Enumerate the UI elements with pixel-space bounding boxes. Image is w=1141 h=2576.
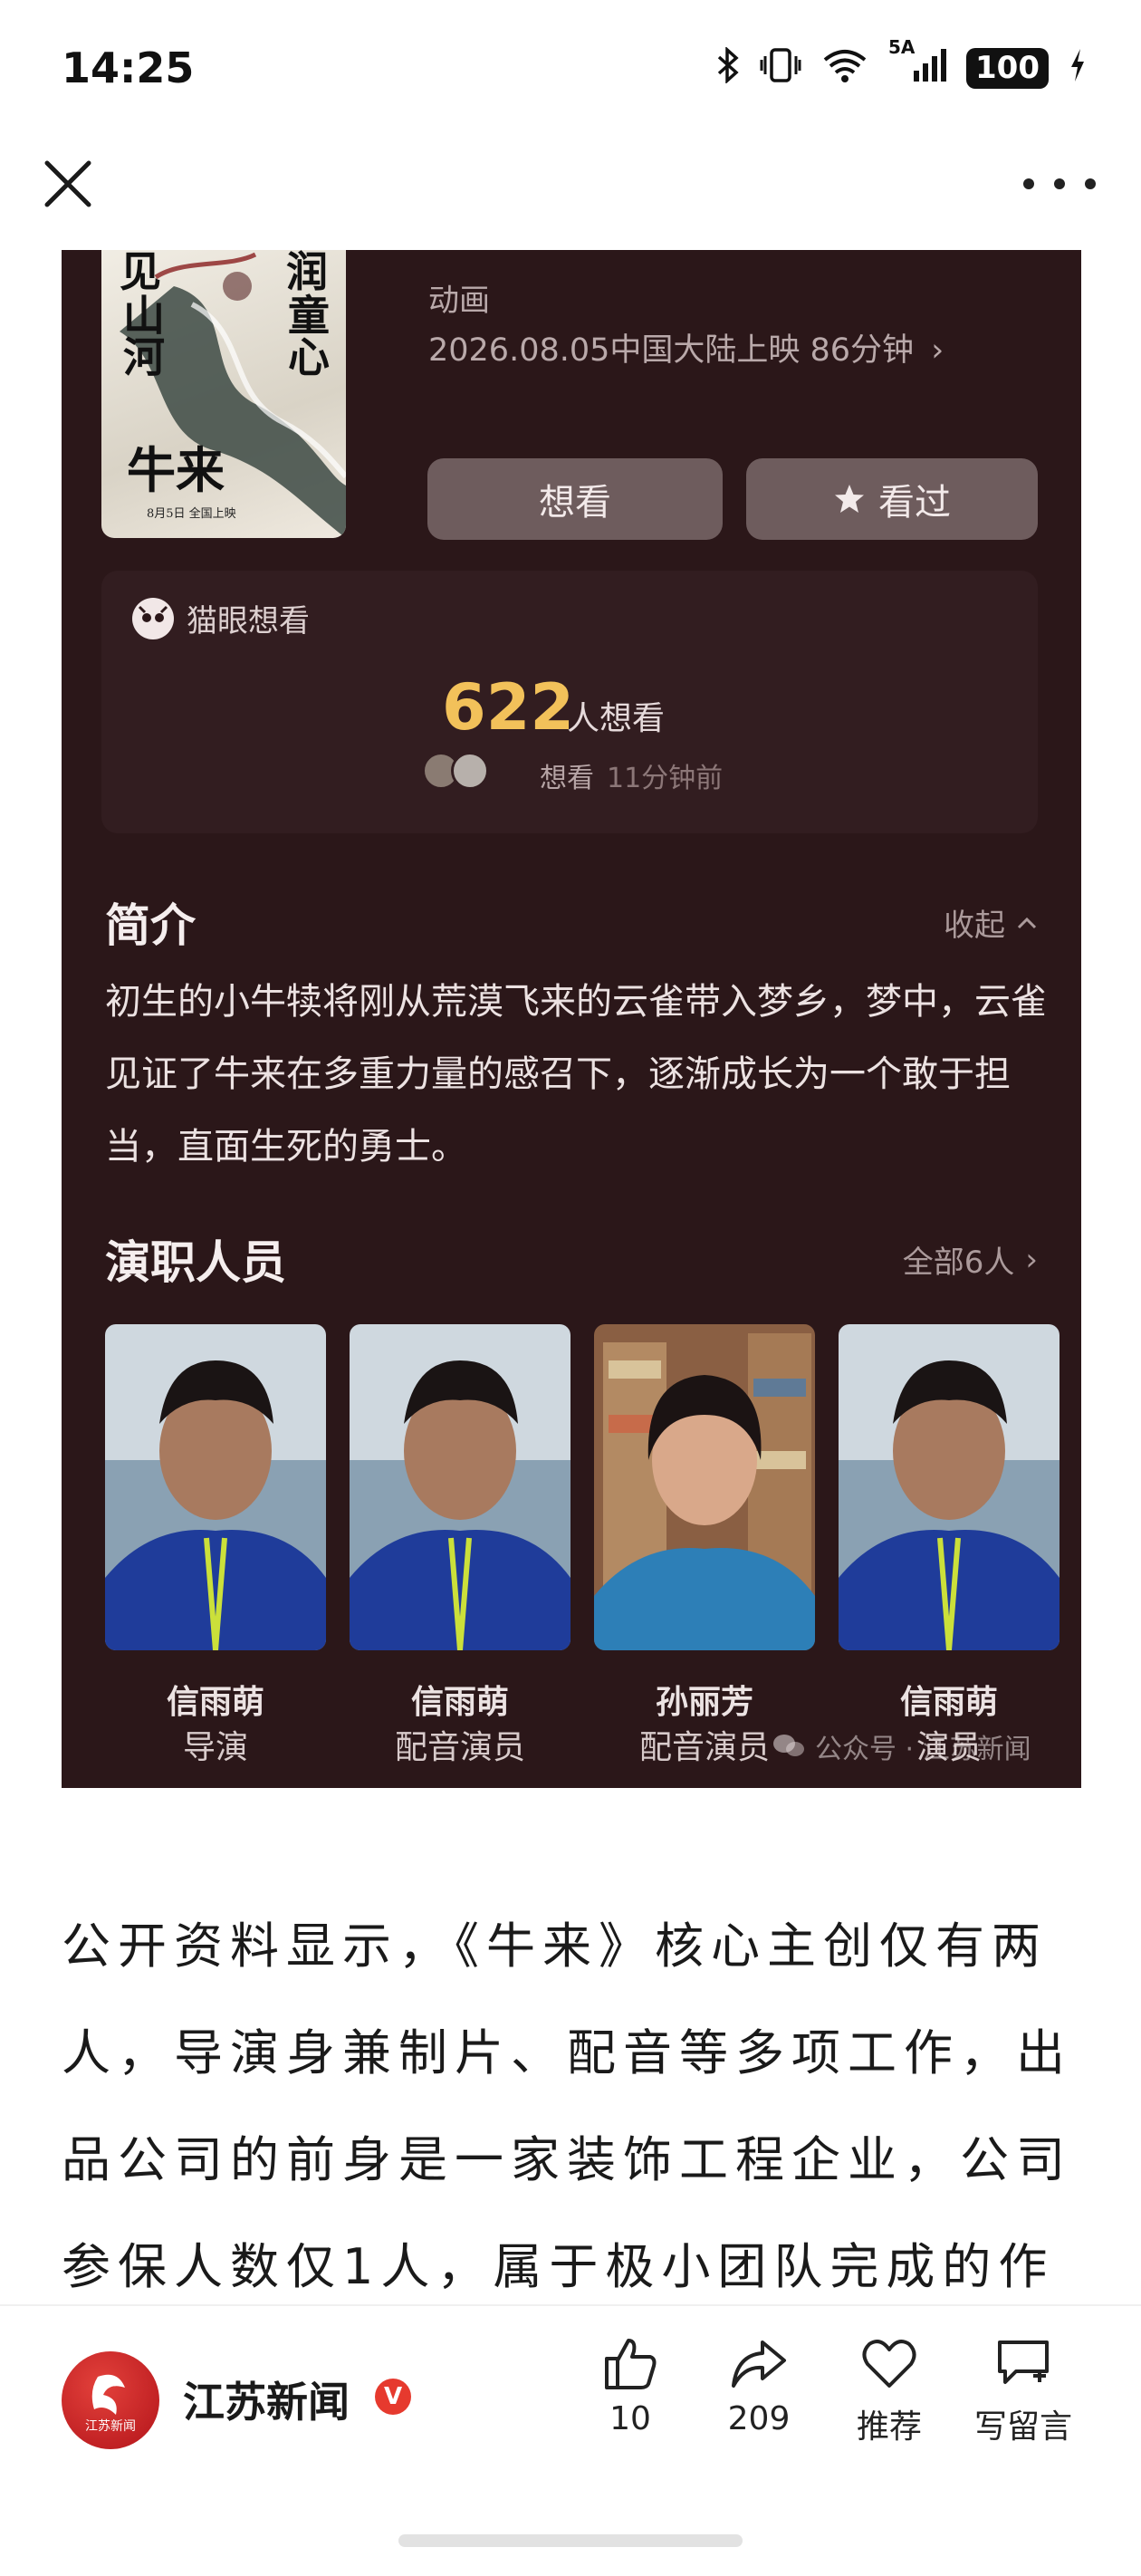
movie-genre: 动画 [428,283,490,319]
comment-label: 写留言 [973,2408,1072,2446]
release-text: 2026.08.05中国大陆上映 86分钟 [428,332,915,369]
share-icon [732,2341,786,2388]
cast-photo [105,1324,326,1650]
vibrate-icon [760,47,801,90]
poster-text: 见 [120,250,161,296]
recent-action: 想看 [540,763,594,794]
share-button[interactable]: 209 [695,2335,822,2437]
collapse-label: 收起 [944,908,1005,944]
comment-icon [998,2341,1049,2384]
thumbs-up-icon [605,2339,657,2389]
chevron-right-icon: › [1025,1241,1038,1278]
avatar [451,752,489,790]
watermark-text: 公众号 · 江苏新闻 [815,1734,1031,1765]
status-time: 14:25 [62,43,195,92]
cast-role: 导演 [182,1729,248,1766]
want-count: 622 [442,670,575,745]
cast-name: 信雨萌 [166,1684,264,1721]
bottom-bar: 江苏新闻 江苏新闻 V 10 209 推荐 写留言 [0,2304,1141,2576]
movie-screenshot-card: 见 山河 润 童心 牛来 8月5日 全国上映 动画 2026.08.05中国大陆… [62,250,1081,1788]
cast-name: 信雨萌 [410,1684,509,1721]
chevron-right-icon: › [931,332,944,369]
intro-title: 简介 [105,899,196,952]
poster-text: 山河 [117,293,166,377]
more-icon [1023,178,1034,189]
close-button[interactable] [36,152,100,216]
movie-poster: 见 山河 润 童心 牛来 8月5日 全国上映 [101,250,346,538]
signal-icon: 5A [888,38,947,90]
intro-collapse-button[interactable]: 收起 [944,900,1038,945]
like-count: 10 [609,2400,651,2437]
cast-name: 孙丽芳 [655,1684,753,1721]
brand-logo[interactable]: 江苏新闻 [62,2351,159,2449]
cast-all-link[interactable]: 全部6人 › [903,1237,1038,1282]
cast-all-label: 全部6人 [902,1245,1015,1281]
charging-icon [1069,47,1087,90]
cast-photo [594,1324,815,1650]
cast-member[interactable]: 孙丽芳 配音演员 [594,1324,815,1766]
verified-badge: V [375,2379,411,2415]
watermark: 公众号 · 江苏新闻 [772,1726,1031,1766]
poster-text: 童心 [282,293,331,377]
recent-avatars [422,752,489,790]
star-icon [835,485,864,513]
cast-member[interactable]: 信雨萌 配音演员 [350,1324,570,1766]
want-button-label: 想看 [539,482,611,524]
cast-title: 演职人员 [105,1236,286,1289]
cast-member[interactable]: 信雨萌 演员 [839,1324,1060,1766]
cast-name: 信雨萌 [899,1684,998,1721]
poster-text: 润 [286,250,328,296]
share-count: 209 [727,2400,791,2437]
recent-time: 11分钟前 [607,763,724,794]
battery-level: 100 [966,47,1049,90]
status-bar: 14:25 5A 100 [0,0,1141,136]
home-indicator[interactable] [398,2534,743,2547]
brand-name[interactable]: 江苏新闻 [183,2369,350,2429]
close-icon [44,160,91,207]
cast-role: 配音演员 [394,1729,525,1766]
wechat-icon [773,1735,804,1756]
comment-button[interactable]: 写留言 [960,2335,1087,2447]
status-icons: 5A 100 [716,38,1087,90]
poster-date: 8月5日 全国上映 [147,507,236,521]
brand-logo-text: 江苏新闻 [85,2419,136,2434]
cast-photo [839,1324,1060,1650]
maoyan-label: 猫眼想看 [187,603,310,639]
heart-icon [862,2340,916,2388]
maoyan-want-panel: 猫眼想看 622 人想看 想看 11分钟前 [101,571,1038,833]
chevron-up-icon [1017,917,1037,928]
wifi-icon [821,47,868,90]
want-to-see-button[interactable]: 想看 [427,458,723,540]
recommend-label: 推荐 [856,2408,922,2446]
recommend-button[interactable]: 推荐 [826,2335,953,2447]
seen-button[interactable]: 看过 [746,458,1038,540]
maoyan-logo-icon [132,597,174,639]
poster-title: 牛来 [127,441,225,499]
seen-button-label: 看过 [878,482,951,524]
cast-photo [350,1324,570,1650]
maoyan-header: 猫眼想看 [132,596,310,640]
cast-member[interactable]: 信雨萌 导演 [105,1324,326,1766]
intro-text: 初生的小牛犊将刚从荒漠飞来的云雀带入梦乡，梦中，云雀见证了牛来在多重力量的感召下… [105,981,1047,1168]
want-count-unit: 人想看 [567,700,666,737]
recent-want: 想看 11分钟前 [540,755,723,795]
bluetooth-icon [716,46,740,90]
network-type: 5A [888,36,916,58]
more-button[interactable] [1023,161,1096,207]
movie-release-info[interactable]: 2026.08.05中国大陆上映 86分钟 › [428,324,944,370]
like-button[interactable]: 10 [567,2335,694,2437]
